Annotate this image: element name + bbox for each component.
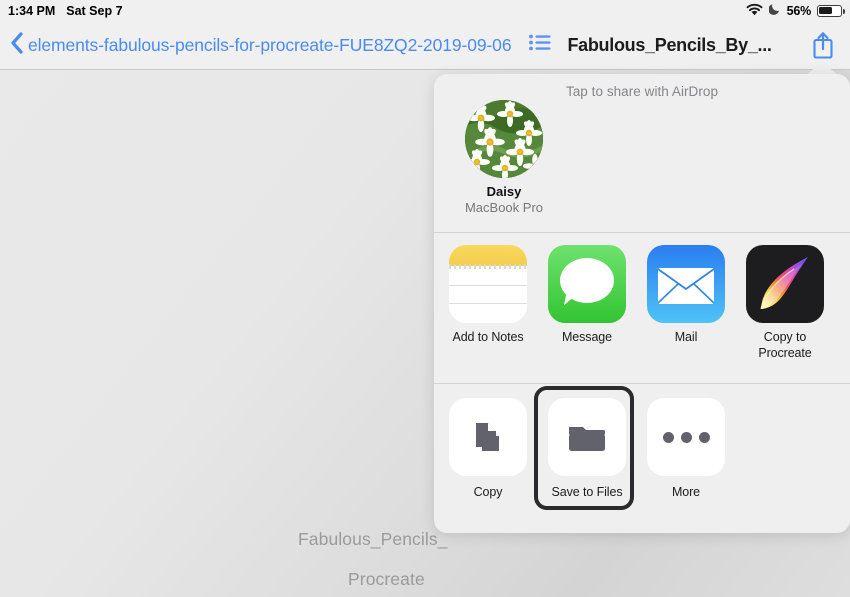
ipad-screen: 1:34 PM Sat Sep 7 56% elements-fabulous-… <box>0 0 850 597</box>
ellipsis-icon <box>647 398 725 476</box>
procreate-icon <box>746 245 824 323</box>
share-actions-section: Copy Save to Files More <box>434 384 850 533</box>
status-bar-right: 56% <box>746 3 845 19</box>
share-icon[interactable] <box>807 29 839 63</box>
share-app-label-line2: Procreate <box>758 345 812 360</box>
navigation-bar: elements-fabulous-pencils-for-procreate-… <box>0 21 850 70</box>
document-text-line-1: Fabulous_Pencils_ <box>298 529 448 549</box>
battery-icon <box>817 4 845 17</box>
copy-icon <box>449 398 527 476</box>
share-app-label: Copy to Procreate <box>746 330 824 361</box>
status-bar-left: 1:34 PM Sat Sep 7 <box>8 4 123 18</box>
status-time: 1:34 PM <box>8 3 56 18</box>
messages-icon <box>548 245 626 323</box>
document-title: Fabulous_Pencils_By_... <box>567 34 772 55</box>
airdrop-section: Tap to share with AirDrop Daisy MacBook … <box>434 74 850 233</box>
airdrop-target-name: Daisy <box>486 184 522 199</box>
battery-fill <box>819 6 832 15</box>
share-app-label-line1: Copy to <box>763 330 807 344</box>
share-app-label: Add to Notes <box>452 330 524 344</box>
airdrop-hint-label: Tap to share with AirDrop <box>565 84 719 99</box>
share-apps-section: Add to Notes Message Mail Copy to Procre… <box>434 233 850 384</box>
status-bar: 1:34 PM Sat Sep 7 56% <box>0 0 850 21</box>
share-sheet: Tap to share with AirDrop Daisy MacBook … <box>434 74 850 533</box>
share-actions-row: Copy Save to Files More <box>434 386 850 510</box>
share-action-more[interactable]: More <box>647 398 725 499</box>
share-action-copy[interactable]: Copy <box>449 398 527 499</box>
share-app-label: Message <box>561 330 613 344</box>
daisy-photo-avatar <box>465 100 543 178</box>
document-text-line-2: Procreate <box>348 569 425 589</box>
back-button-label[interactable]: elements-fabulous-pencils-for-procreate-… <box>28 35 512 56</box>
share-action-label: Save to Files <box>551 485 623 499</box>
airdrop-target-device: MacBook Pro <box>464 200 544 215</box>
do-not-disturb-moon-icon <box>767 3 781 18</box>
share-action-save-to-files[interactable]: Save to Files <box>534 386 634 510</box>
share-action-label: Copy <box>473 485 503 499</box>
share-app-label: Mail <box>674 330 698 344</box>
notes-icon <box>449 245 527 323</box>
chevron-left-icon[interactable] <box>10 31 23 59</box>
mail-icon <box>647 245 725 323</box>
share-app-copy-to-procreate[interactable]: Copy to Procreate <box>746 245 824 361</box>
share-app-message[interactable]: Message <box>548 245 626 361</box>
airdrop-target-daisy[interactable]: Daisy MacBook Pro <box>449 100 559 215</box>
share-action-label: More <box>671 485 701 499</box>
share-apps-row: Add to Notes Message Mail Copy to Procre… <box>434 245 850 361</box>
folder-icon <box>548 398 626 476</box>
wifi-icon <box>746 3 763 19</box>
share-app-add-to-notes[interactable]: Add to Notes <box>449 245 527 361</box>
status-date: Sat Sep 7 <box>66 3 123 18</box>
share-app-mail[interactable]: Mail <box>647 245 725 361</box>
battery-percent-label: 56% <box>786 3 812 18</box>
list-bullet-icon[interactable] <box>529 34 551 56</box>
